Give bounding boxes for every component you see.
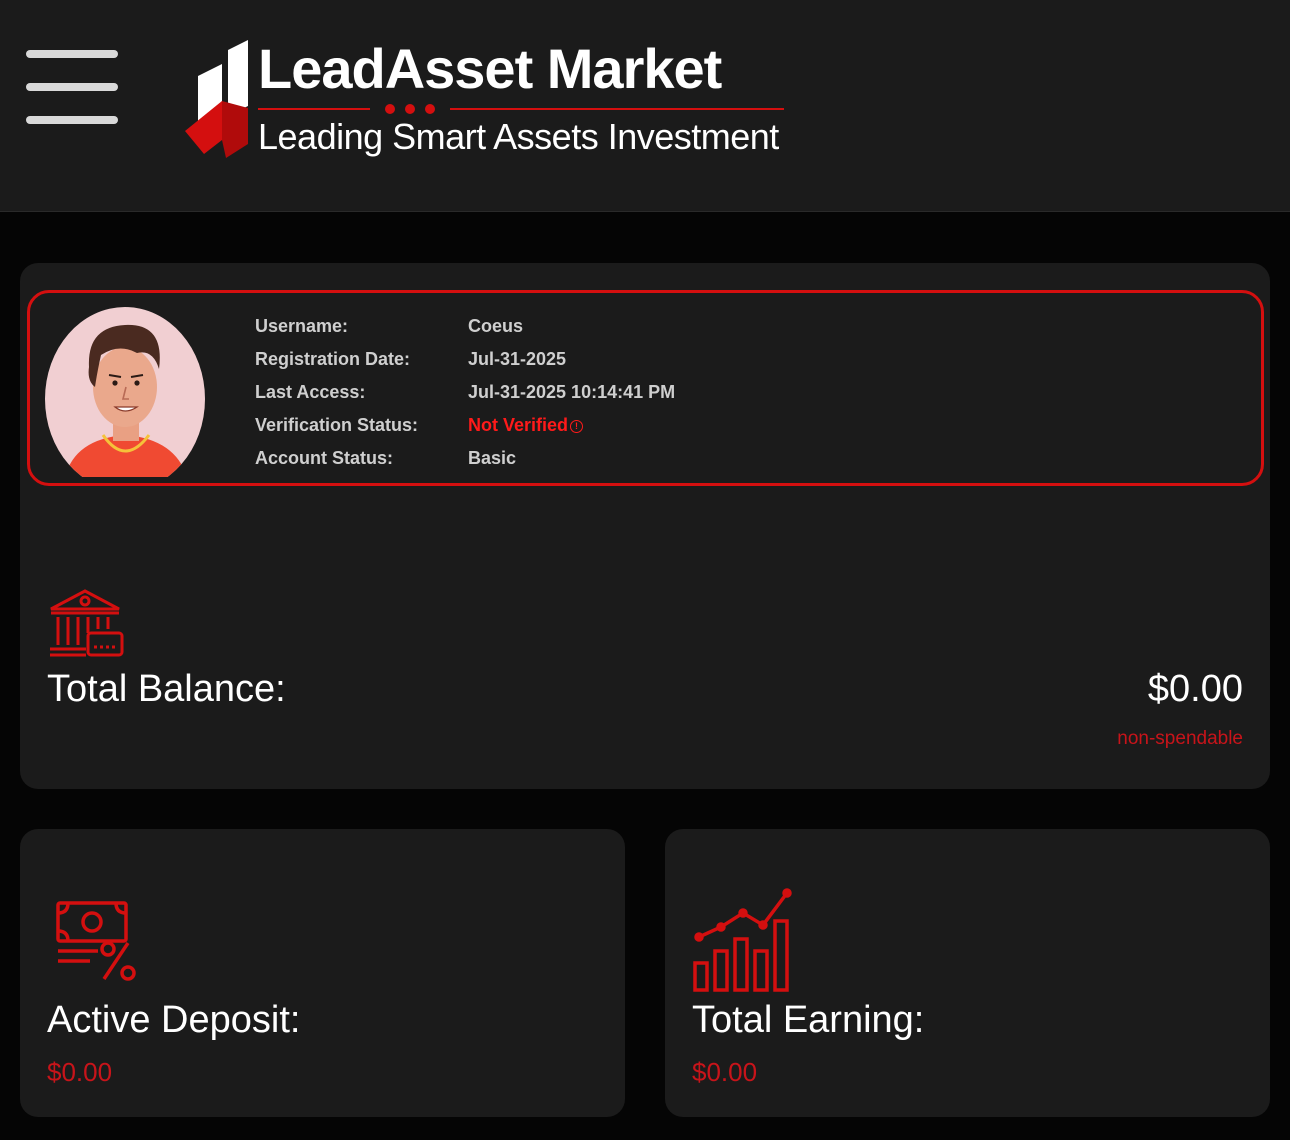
profile-label: Account Status:	[255, 448, 394, 468]
account-summary-card: Username: Coeus Registration Date: Jul-3…	[20, 263, 1270, 789]
app-header: LeadAsset Market Leading Smart Assets In…	[0, 0, 1290, 212]
total-balance-value: $0.00	[1147, 668, 1243, 710]
bank-card-icon	[50, 589, 124, 657]
profile-label: Verification Status:	[255, 415, 419, 435]
brand-tagline: Leading Smart Assets Investment	[258, 116, 779, 157]
active-deposit-value: $0.00	[47, 1057, 113, 1087]
hamburger-menu-icon[interactable]	[26, 48, 120, 126]
total-earning-value: $0.00	[692, 1057, 758, 1087]
total-earning-card[interactable]: Total Earning: $0.00	[665, 829, 1270, 1117]
total-earning-label: Total Earning:	[692, 999, 925, 1041]
profile-label: Registration Date:	[255, 349, 411, 369]
growth-chart-icon	[693, 888, 792, 992]
non-spendable-note: non-spendable	[1117, 728, 1243, 749]
profile-value: Coeus	[468, 316, 524, 336]
active-deposit-label: Active Deposit:	[47, 999, 301, 1041]
active-deposit-card[interactable]: Active Deposit: $0.00	[20, 829, 625, 1117]
profile-value: Basic	[468, 448, 517, 468]
total-balance-label: Total Balance:	[47, 668, 286, 710]
info-circle-icon: !	[570, 420, 584, 433]
profile-info-box: Username: Coeus Registration Date: Jul-3…	[27, 290, 1264, 486]
profile-value: Jul-31-2025	[468, 349, 567, 369]
logo-mark-icon	[185, 40, 248, 158]
logo-divider	[258, 104, 784, 114]
verification-status-link[interactable]: Not Verified!	[468, 415, 584, 436]
brand-logo[interactable]: LeadAsset Market Leading Smart Assets In…	[182, 36, 792, 166]
brand-name: LeadAsset Market	[258, 37, 722, 100]
profile-value: Not Verified	[468, 415, 569, 435]
user-avatar-icon[interactable]	[45, 307, 205, 477]
profile-label: Username:	[255, 316, 349, 336]
profile-label: Last Access:	[255, 382, 366, 402]
cash-percent-icon	[56, 901, 136, 981]
profile-value: Jul-31-2025 10:14:41 PM	[468, 382, 676, 402]
